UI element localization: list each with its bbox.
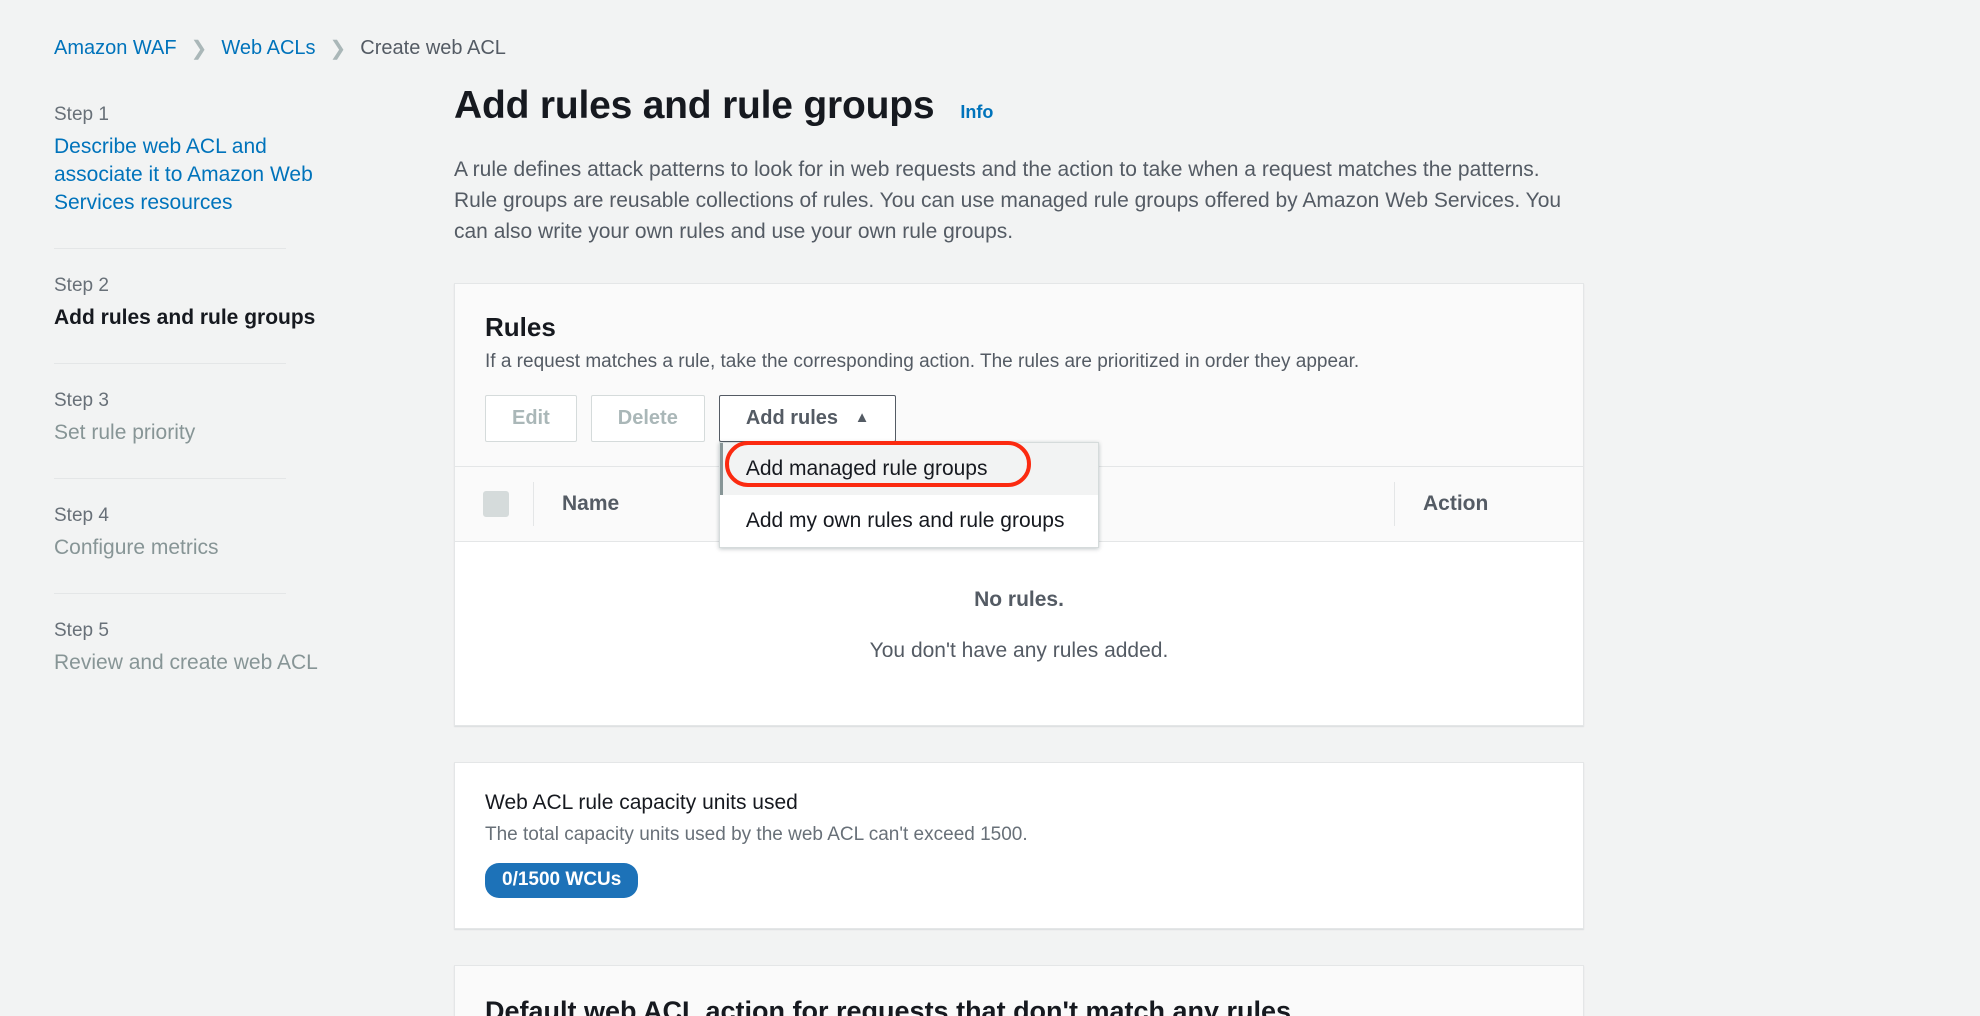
wcu-subtitle: The total capacity units used by the web… <box>485 824 1028 846</box>
wcu-card-body: Web ACL rule capacity units used The tot… <box>455 763 1583 929</box>
page-body: Step 1 Describe web ACL and associate it… <box>0 60 1980 1016</box>
wcu-title: Web ACL rule capacity units used <box>485 791 798 815</box>
select-all-checkbox[interactable] <box>483 491 509 518</box>
add-rules-button[interactable]: Add rules ▲ <box>718 395 897 443</box>
step-1-number: Step 1 <box>54 104 109 125</box>
add-rules-menu: Add managed rule groups Add my own rules… <box>718 442 1099 549</box>
column-header-blank <box>1294 467 1394 541</box>
step-2-title: Add rules and rule groups <box>54 305 316 329</box>
sidebar-divider <box>54 477 286 479</box>
rules-card-subtitle: If a request matches a rule, take the co… <box>485 351 1360 373</box>
column-header-action: Action <box>1423 492 1489 516</box>
info-link[interactable]: Info <box>960 102 993 123</box>
step-5-title: Review and create web ACL <box>54 650 318 674</box>
rules-card-header: Rules If a request matches a rule, take … <box>455 284 1583 549</box>
menu-item-add-managed-rule-groups[interactable]: Add managed rule groups <box>719 443 1098 496</box>
sidebar-divider <box>54 362 286 364</box>
sidebar-divider <box>54 592 286 594</box>
step-1-title[interactable]: Describe web ACL and associate it to Ama… <box>54 133 344 217</box>
chevron-up-icon: ▲ <box>854 409 870 427</box>
step-4-number: Step 4 <box>54 504 109 526</box>
sidebar-step-1[interactable]: Step 1 Describe web ACL and associate it… <box>54 104 344 221</box>
add-rules-label: Add rules <box>745 407 839 430</box>
breadcrumb-separator-icon: ❯ <box>190 37 208 60</box>
page-header: Add rules and rule groups Info <box>454 84 1584 128</box>
default-action-card-header: Default web ACL action for requests that… <box>455 966 1583 1016</box>
sidebar-step-4[interactable]: Step 4 Configure metrics <box>54 505 344 566</box>
breadcrumb-item-create-web-acl: Create web ACL <box>360 36 506 59</box>
rules-toolbar: Edit Delete Add rules ▲ Add managed rule… <box>485 395 1553 549</box>
step-3-number: Step 3 <box>54 389 109 411</box>
delete-button[interactable]: Delete <box>590 395 705 443</box>
breadcrumb: Amazon WAF ❯ Web ACLs ❯ Create web ACL <box>0 0 1980 60</box>
rules-table-empty-state: No rules. You don't have any rules added… <box>455 542 1583 726</box>
sidebar-step-5[interactable]: Step 5 Review and create web ACL <box>54 620 344 681</box>
step-2-number: Step 2 <box>54 274 109 296</box>
sidebar-step-3[interactable]: Step 3 Set rule priority <box>54 390 344 451</box>
sidebar-step-2[interactable]: Step 2 Add rules and rule groups <box>54 275 344 336</box>
breadcrumb-separator-icon: ❯ <box>329 37 347 60</box>
wizard-steps-sidebar: Step 1 Describe web ACL and associate it… <box>54 84 344 1016</box>
menu-item-add-my-own-rules-and-rule-groups[interactable]: Add my own rules and rule groups <box>720 495 1098 547</box>
wcu-badge: 0/1500 WCUs <box>485 863 639 899</box>
default-action-card: Default web ACL action for requests that… <box>454 965 1584 1016</box>
step-4-title: Configure metrics <box>54 535 219 559</box>
default-action-title: Default web ACL action for requests that… <box>485 996 1292 1016</box>
breadcrumb-item-amazon-waf[interactable]: Amazon WAF <box>54 37 177 60</box>
add-rules-dropdown-wrapper: Add rules ▲ Add managed rule groups Add … <box>718 395 1099 549</box>
edit-button[interactable]: Edit <box>485 395 577 443</box>
step-5-number: Step 5 <box>54 619 109 641</box>
sidebar-divider <box>54 247 286 249</box>
main-content: Add rules and rule groups Info A rule de… <box>344 84 1644 1016</box>
empty-state-subtitle: You don't have any rules added. <box>869 639 1169 663</box>
empty-state-title: No rules. <box>974 588 1064 612</box>
select-all-column[interactable] <box>455 467 533 541</box>
page-title: Add rules and rule groups <box>454 84 935 127</box>
wcu-card: Web ACL rule capacity units used The tot… <box>454 762 1584 930</box>
rules-card: Rules If a request matches a rule, take … <box>454 283 1584 727</box>
step-3-title: Set rule priority <box>54 420 196 444</box>
rules-card-title: Rules <box>485 312 556 343</box>
breadcrumb-item-web-acls[interactable]: Web ACLs <box>221 37 315 60</box>
page-description: A rule defines attack patterns to look f… <box>454 158 1562 244</box>
